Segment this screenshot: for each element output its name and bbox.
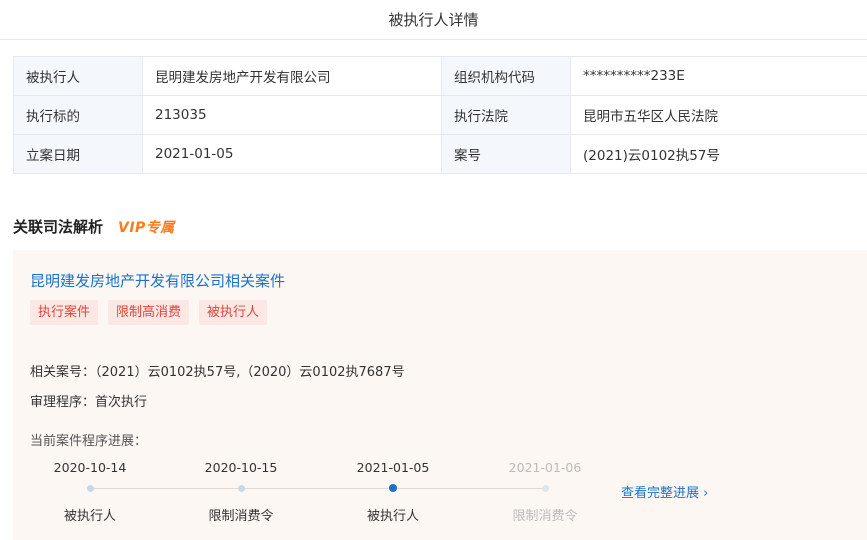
tag-executee: 被执行人 [199, 300, 268, 325]
page-title: 被执行人详情 [388, 11, 479, 29]
value-target: 213035 [142, 95, 442, 135]
related-case-numbers: 相关案号：（2021）云0102执57号,（2020）云0102执7687号 [30, 365, 405, 380]
label-executee: 被执行人 [13, 56, 143, 96]
value-court: 昆明市五华区人民法院 [570, 95, 867, 135]
case-tags: 执行案件 限制高消费 被执行人 [30, 300, 277, 325]
related-case-title-link[interactable]: 昆明建发房地产开发有限公司相关案件 [30, 270, 285, 291]
timeline-date: 2020-10-14 [53, 460, 127, 475]
value-filing-date: 2021-01-05 [142, 134, 442, 174]
executee-info-table: 被执行人 昆明建发房地产开发有限公司 组织机构代码 **********233E… [13, 56, 867, 174]
timeline-dot [238, 485, 245, 492]
timeline-label: 限制消费令 [208, 509, 274, 524]
timeline-dot [87, 485, 94, 492]
case-progress-timeline: 2020-10-14 被执行人 2020-10-15 限制消费令 2021-01… [13, 455, 867, 525]
view-full-progress-link[interactable]: 查看完整进展 › [621, 482, 708, 501]
table-row: 执行标的 213035 执行法院 昆明市五华区人民法院 [13, 95, 867, 135]
timeline-dot [542, 485, 549, 492]
section-title: 关联司法解析 [13, 218, 104, 236]
timeline-label: 被执行人 [63, 509, 116, 524]
vip-badge: VIP专属 [118, 220, 175, 236]
timeline-date: 2020-10-15 [204, 460, 278, 475]
timeline-dot-current [389, 484, 397, 492]
label-filing-date: 立案日期 [13, 134, 143, 174]
value-case-number: (2021)云0102执57号 [570, 134, 867, 174]
tag-high-consumption-limit: 限制高消费 [108, 300, 190, 325]
label-org-code: 组织机构代码 [441, 56, 571, 96]
page-header: 被执行人详情 [0, 0, 867, 40]
tag-execution-case: 执行案件 [30, 300, 99, 325]
label-target: 执行标的 [13, 95, 143, 135]
related-case-card: 昆明建发房地产开发有限公司相关案件 执行案件 限制高消费 被执行人 相关案号：（… [13, 250, 867, 540]
timeline-label: 被执行人 [366, 509, 419, 524]
timeline-date: 2021-01-06 [508, 460, 582, 475]
table-row: 立案日期 2021-01-05 案号 (2021)云0102执57号 [13, 134, 867, 174]
value-executee: 昆明建发房地产开发有限公司 [142, 56, 442, 96]
label-case-number: 案号 [441, 134, 571, 174]
label-court: 执行法院 [441, 95, 571, 135]
timeline-date: 2021-01-05 [356, 460, 430, 475]
table-row: 被执行人 昆明建发房地产开发有限公司 组织机构代码 **********233E [13, 56, 867, 96]
value-org-code: **********233E [570, 56, 867, 96]
trial-procedure: 审理程序：首次执行 [30, 395, 148, 410]
progress-label: 当前案件程序进展： [30, 434, 148, 449]
timeline-line [90, 488, 546, 489]
timeline-label: 限制消费令 [512, 509, 578, 524]
